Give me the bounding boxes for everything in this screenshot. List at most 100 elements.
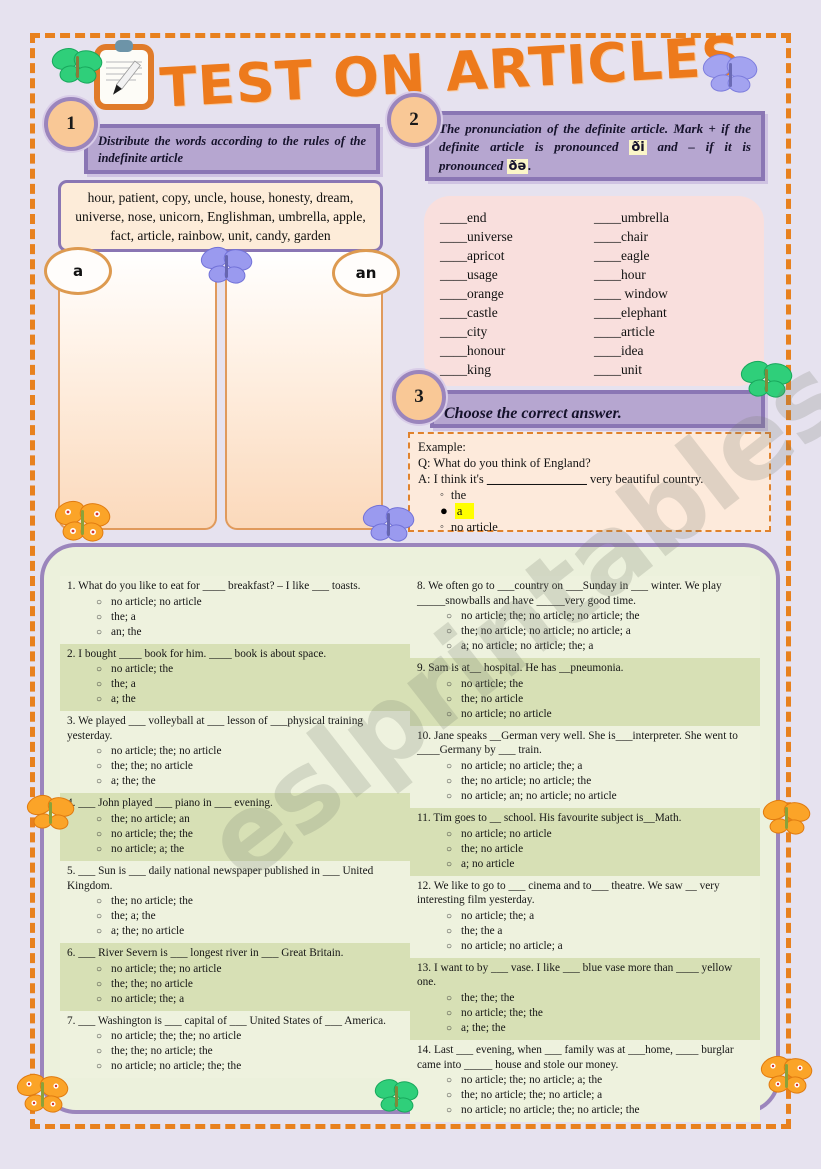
question-option[interactable]: ○ no article; no article: [67, 595, 403, 610]
task-2-item[interactable]: ____ window: [594, 284, 748, 303]
question-option[interactable]: ○ the; the; the: [417, 991, 753, 1006]
radio-empty-icon: ○: [446, 992, 453, 1004]
radio-empty-icon: ○: [446, 641, 453, 653]
task-2-item[interactable]: ____orange: [440, 284, 594, 303]
task-2-item[interactable]: ____honour: [440, 341, 594, 360]
question-option-label: the; the; no article: [111, 760, 193, 773]
example-option[interactable]: ◦ the: [418, 487, 761, 503]
task-2-item[interactable]: ____usage: [440, 265, 594, 284]
question-text: 2. I bought ____ book for him. ____ book…: [67, 647, 327, 660]
question-option[interactable]: ○ an; the: [67, 625, 403, 640]
question-text: 8. We often go to ___country on ___Sunda…: [417, 580, 722, 607]
question-option[interactable]: ○ no article; the; no article: [67, 962, 403, 977]
question-option[interactable]: ○ the; no article: [417, 842, 753, 857]
question-row: 6. ___ River Severn is ___ longest river…: [60, 943, 410, 1011]
task-2-item[interactable]: ____apricot: [440, 246, 594, 265]
question-option-label: no article; no article; the; a: [461, 759, 583, 772]
task-2-item[interactable]: ____castle: [440, 303, 594, 322]
radio-empty-icon: ○: [446, 1075, 453, 1087]
question-option[interactable]: ○ the; a: [67, 610, 403, 625]
question-option[interactable]: ○ the; no article; no article; no article…: [417, 624, 753, 639]
radio-empty-icon: ○: [96, 813, 103, 825]
question-option[interactable]: ○ no article; the; no article; a; the: [417, 1073, 753, 1088]
question-text: 4. ___ John played ___ piano in ___ even…: [67, 797, 273, 810]
question-option[interactable]: ○ a; the; no article: [67, 924, 403, 939]
question-option[interactable]: ○ no article; the; no article; no article…: [417, 609, 753, 624]
task-2-item[interactable]: ____elephant: [594, 303, 748, 322]
example-option[interactable]: ◦ no article: [418, 519, 761, 535]
task-2-item[interactable]: ____umbrella: [594, 208, 748, 227]
question-option[interactable]: ○ no article; the; the; no article: [67, 1029, 403, 1044]
question-option[interactable]: ○ no article; an; no article; no article: [417, 789, 753, 804]
question-option[interactable]: ○ a; the; the: [417, 1021, 753, 1036]
question-option[interactable]: ○ no article; no article: [417, 827, 753, 842]
task-2-item[interactable]: ____city: [440, 322, 594, 341]
task-2-item[interactable]: ____universe: [440, 227, 594, 246]
question-option[interactable]: ○ no article; no article; a: [417, 939, 753, 954]
task-number-badge-3: 3: [392, 370, 446, 424]
question-options: ○ no article; no article; the; a ○ the; no …: [417, 759, 753, 804]
question-option[interactable]: ○ the; the; no article; the: [67, 1044, 403, 1059]
question-option[interactable]: ○ no article; no article: [417, 707, 753, 722]
question-option[interactable]: ○ no article; the; no article: [67, 744, 403, 759]
question-option[interactable]: ○ the; the; no article: [67, 759, 403, 774]
question-option[interactable]: ○ the; no article; the: [67, 894, 403, 909]
task-2-item[interactable]: ____unit: [594, 360, 748, 379]
task-2-item[interactable]: ____idea: [594, 341, 748, 360]
question-option[interactable]: ○ the; a; the: [67, 909, 403, 924]
task-2-item[interactable]: ____hour: [594, 265, 748, 284]
question-option-label: an; the: [111, 625, 142, 638]
question-option[interactable]: ○ no article; the; a: [67, 992, 403, 1007]
question-option[interactable]: ○ the; a: [67, 677, 403, 692]
task-2-item[interactable]: ____eagle: [594, 246, 748, 265]
question-option[interactable]: ○ the; no article; an: [67, 812, 403, 827]
question-row: 11. Tim goes to __ school. His favourite…: [410, 807, 760, 876]
question-option[interactable]: ○ no article; the; a: [417, 909, 753, 924]
question-option-label: the; no article: [461, 842, 524, 855]
question-option[interactable]: ○ no article; a; the: [67, 842, 403, 857]
question-option[interactable]: ○ a; the; the: [67, 774, 403, 789]
question-option[interactable]: ○ no article; the: [417, 677, 753, 692]
question-option[interactable]: ○ no article; the; the: [67, 827, 403, 842]
question-option[interactable]: ○ the; no article; no article; the: [417, 774, 753, 789]
task-1-answer-columns: [58, 252, 383, 530]
example-answer-blank[interactable]: ________________: [487, 472, 587, 486]
ipa-thi: ði: [629, 140, 647, 155]
question-option[interactable]: ○ the; no article: [417, 692, 753, 707]
question-text: 10. Jane speaks __German very well. She …: [417, 729, 738, 757]
task-2-item[interactable]: ____chair: [594, 227, 748, 246]
question-option[interactable]: ○ no article; the: [67, 662, 403, 677]
task-2-item[interactable]: ____king: [440, 360, 594, 379]
radio-empty-icon: ○: [446, 611, 453, 623]
question-option[interactable]: ○ a; no article; no article; the; a: [417, 639, 753, 654]
example-answer-line: A: I think it's ________________ very be…: [418, 471, 761, 487]
question-option[interactable]: ○ no article; no article; the; the: [67, 1059, 403, 1074]
radio-empty-icon: ○: [96, 626, 103, 638]
question-option[interactable]: ○ no article; no article; the; no article…: [417, 1103, 753, 1118]
question-option[interactable]: ○ a; the: [67, 692, 403, 707]
question-option[interactable]: ○ no article; the; the: [417, 1006, 753, 1021]
question-options: ○ the; the; the ○ no article; the; the ○ a; t…: [417, 991, 753, 1036]
question-option[interactable]: ○ the; the; no article: [67, 977, 403, 992]
task-2-item[interactable]: ____article: [594, 322, 748, 341]
question-option-label: the; no article; no article; no article;…: [461, 625, 631, 638]
radio-empty-icon: ○: [96, 664, 103, 676]
question-option-label: no article; the; the: [111, 827, 193, 840]
question-option-label: no article; the: [461, 677, 524, 690]
question-option-label: no article; the; no article; a; the: [461, 1074, 603, 1087]
question-option[interactable]: ○ the; no article; the; no article; a: [417, 1088, 753, 1103]
example-option-selected[interactable]: ● a: [418, 503, 761, 519]
question-text: 9. Sam is at__ hospital. He has __pneumo…: [417, 662, 624, 675]
question-options: ○ no article; the ○ the; a ○ a; the: [67, 662, 403, 707]
question-option-label: a; the; the: [111, 775, 156, 788]
question-option-label: the; no article; the; no article; a: [461, 1089, 603, 1102]
question-row: 5. ___ Sun is ___ daily national newspap…: [60, 860, 410, 944]
task-2-item[interactable]: ____end: [440, 208, 594, 227]
question-option[interactable]: ○ the; the a: [417, 924, 753, 939]
question-option[interactable]: ○ no article; no article; the; a: [417, 759, 753, 774]
radio-empty-icon: ○: [96, 596, 103, 608]
example-box: Example: Q: What do you think of England…: [408, 432, 771, 535]
radio-empty-icon: ○: [96, 963, 103, 975]
question-option-label: a; the; no article: [111, 925, 185, 938]
question-option[interactable]: ○ a; no article: [417, 857, 753, 872]
